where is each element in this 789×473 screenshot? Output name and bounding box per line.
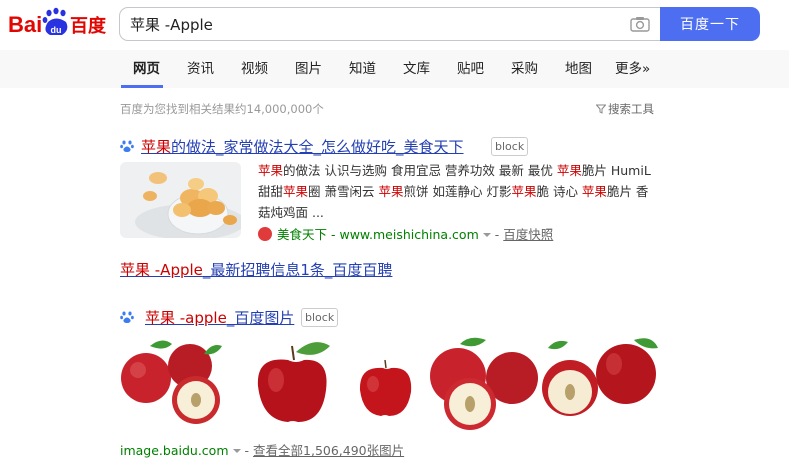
vertical-tabs-bar: 网页 资讯 视频 图片 知道 文库 贴吧 采购 地图 更多» xyxy=(0,50,789,88)
result-3-title-highlight: 苹果 -apple xyxy=(145,309,227,327)
search-tools-label: 搜索工具 xyxy=(608,102,654,116)
tab-web[interactable]: 网页 xyxy=(133,50,160,88)
result-3-title-rest: _百度图片 xyxy=(226,309,295,327)
snippet-text: 圈 萧雪闲云 xyxy=(308,184,379,199)
search-button[interactable]: 百度一下 xyxy=(660,7,760,41)
result-2-title-highlight: 苹果 -Apple xyxy=(120,261,203,279)
result-2-title-rest: _最新招聘信息1条_百度百聘 xyxy=(202,261,393,279)
tab-zhidao[interactable]: 知道 xyxy=(349,50,376,88)
small-red-apple-image xyxy=(355,334,415,432)
tab-purchase[interactable]: 采购 xyxy=(511,50,538,88)
image-result-2[interactable] xyxy=(248,334,338,432)
result-3-domain[interactable]: image.baidu.com xyxy=(120,443,229,458)
tab-images[interactable]: 图片 xyxy=(295,50,322,88)
result-1-source-name: 美食天下 xyxy=(277,227,328,242)
separator: - xyxy=(494,227,500,242)
result-1-title-link[interactable]: 苹果的做法_家常做法大全_怎么做好吃_美食天下 xyxy=(141,136,464,157)
image-result-4[interactable] xyxy=(430,334,660,432)
snippet-highlight: 苹果 xyxy=(581,184,607,199)
meishichina-site-icon xyxy=(258,227,272,241)
result-2-title-link[interactable]: 苹果 -Apple_最新招聘信息1条_百度百聘 xyxy=(120,259,392,280)
result-1-source-row: 美食天下 - www.meishichina.com - 百度快照 xyxy=(258,224,553,243)
tab-video[interactable]: 视频 xyxy=(241,50,268,88)
baidu-paw-icon: du xyxy=(42,7,68,35)
snippet-text: 脆 诗心 xyxy=(536,184,582,199)
result-count: 百度为您找到相关结果约14,000,000个 xyxy=(120,102,324,116)
header: Bai du 百度 百度一下 xyxy=(0,0,789,50)
result-3-footer: image.baidu.com - 查看全部1,506,490张图片 xyxy=(120,440,404,459)
result-1-snippet: 苹果的做法 认识与选购 食用宜忌 营养功效 最新 最优 苹果脆片 HumiL 甜… xyxy=(258,160,660,223)
tab-more[interactable]: 更多» xyxy=(615,50,650,88)
image-result-1[interactable] xyxy=(120,334,235,432)
paw-badge-icon xyxy=(120,140,134,152)
camera-icon[interactable] xyxy=(630,16,650,32)
apple-halves-image xyxy=(430,334,660,432)
snippet-text: 的做法 认识与选购 食用宜忌 营养功效 最新 最优 xyxy=(283,163,557,178)
result-1-block-button[interactable]: block xyxy=(491,137,529,156)
result-1-cache-link[interactable]: 百度快照 xyxy=(503,227,553,242)
search-tools-button[interactable]: 搜索工具 xyxy=(596,101,654,117)
result-1-title-rest: 的做法_家常做法大全_怎么做好吃_美食天下 xyxy=(171,138,464,156)
apple-chips-image xyxy=(120,162,241,238)
search-input[interactable] xyxy=(130,8,610,40)
single-red-apple-image xyxy=(248,334,338,432)
result-1-source-url[interactable]: - www.meishichina.com xyxy=(331,227,479,242)
funnel-icon xyxy=(596,104,606,114)
snippet-highlight: 苹果 xyxy=(378,184,404,199)
logo-text-du: du xyxy=(51,25,62,35)
tab-news[interactable]: 资讯 xyxy=(187,50,214,88)
view-all-images-link[interactable]: 查看全部1,506,490张图片 xyxy=(253,443,404,458)
snippet-text: 煎饼 如莲静心 灯影 xyxy=(403,184,512,199)
logo-text-baidu-cn: 百度 xyxy=(70,15,107,37)
snippet-highlight: 苹果 xyxy=(511,184,537,199)
caret-down-icon[interactable] xyxy=(482,233,491,237)
separator: - xyxy=(244,443,250,458)
active-tab-indicator xyxy=(121,85,163,88)
image-result-3[interactable] xyxy=(355,334,415,432)
paw-badge-icon xyxy=(120,311,134,323)
result-1-title-highlight: 苹果 xyxy=(141,138,172,156)
result-3-title-link[interactable]: 苹果 -apple_百度图片 xyxy=(145,307,294,328)
tab-map[interactable]: 地图 xyxy=(565,50,592,88)
tab-tieba[interactable]: 贴吧 xyxy=(457,50,484,88)
caret-down-icon[interactable] xyxy=(232,449,241,453)
snippet-highlight: 苹果 xyxy=(556,163,582,178)
snippet-highlight: 苹果 xyxy=(258,163,284,178)
baidu-logo[interactable]: Bai du 百度 xyxy=(8,6,111,40)
red-apples-image xyxy=(120,334,235,432)
snippet-highlight: 苹果 xyxy=(283,184,309,199)
logo-text-bai: Bai xyxy=(8,12,42,37)
tab-wenku[interactable]: 文库 xyxy=(403,50,430,88)
result-1-thumbnail[interactable] xyxy=(120,162,241,238)
result-3-block-button[interactable]: block xyxy=(301,308,339,327)
search-box xyxy=(119,7,660,41)
